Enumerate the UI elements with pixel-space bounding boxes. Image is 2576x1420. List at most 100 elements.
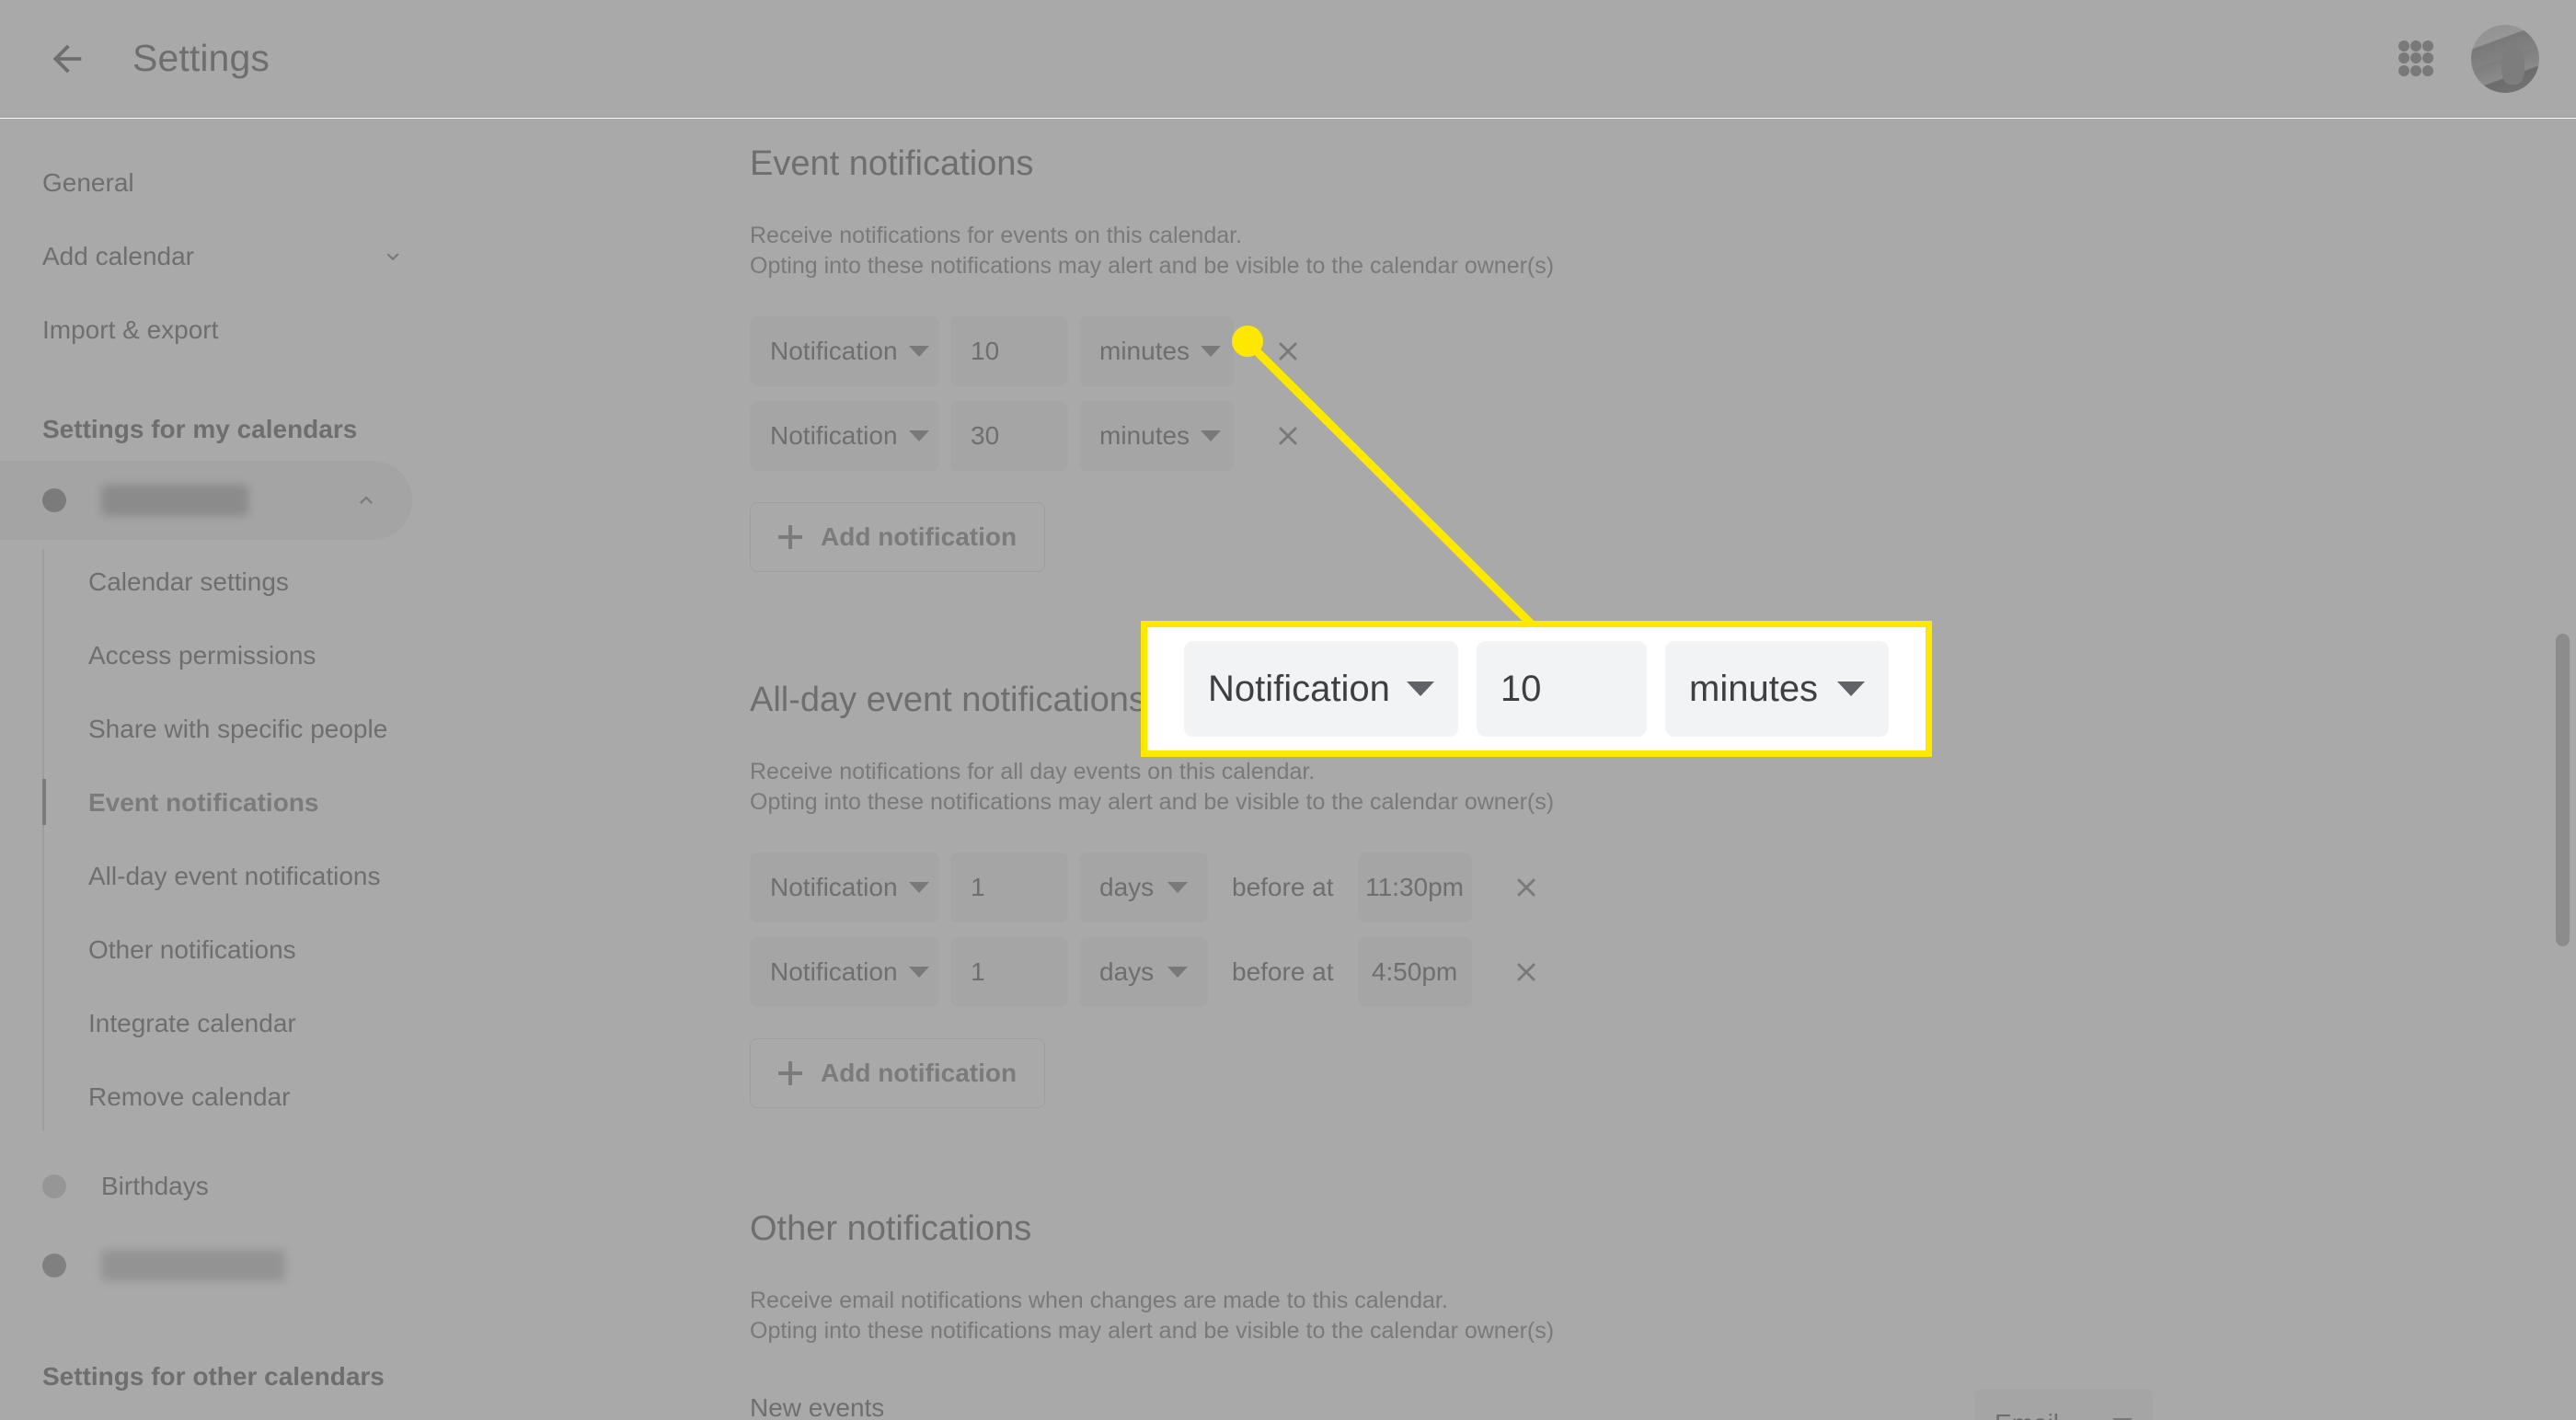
sidebar-subitem-label: Share with specific people (88, 715, 388, 743)
desc-line: Opting into these notifications may aler… (750, 1318, 1555, 1344)
other-notification-title: New events (750, 1392, 885, 1420)
sidebar-item-import-export[interactable]: Import & export (0, 293, 442, 367)
sidebar-item-other-notifications[interactable]: Other notifications (88, 913, 442, 987)
notification-type-value: Notification (770, 421, 898, 450)
desc-line: Opting into these notifications may aler… (750, 789, 1555, 815)
calendar-name-redacted (101, 1250, 285, 1281)
apps-dot (2409, 40, 2421, 52)
apps-dot (2409, 64, 2421, 76)
back-button[interactable] (28, 19, 107, 98)
app-screen: Settings General Add calendar Import & e… (0, 0, 2576, 1420)
sidebar-item-general[interactable]: General (0, 146, 442, 220)
notification-type-select[interactable]: Notification (750, 316, 939, 386)
other-notification-labels: New events An event is added to this cal… (750, 1393, 1097, 1420)
plus-icon (778, 1061, 802, 1085)
desc-line: Opting into these notifications may aler… (750, 253, 1555, 279)
sidebar-item-calendar-settings[interactable]: Calendar settings (88, 545, 442, 619)
sidebar-heading-my-calendars: Settings for my calendars (42, 415, 358, 443)
remove-notification-button[interactable] (1258, 321, 1318, 382)
section-title-other-notifications: Other notifications (750, 1209, 1032, 1248)
add-notification-label: Add notification (821, 522, 1018, 551)
notification-amount-input[interactable]: 1 (950, 937, 1068, 1007)
remove-notification-button[interactable] (1496, 942, 1557, 1002)
notification-unit-select[interactable]: minutes (1079, 316, 1234, 386)
avatar[interactable] (2471, 24, 2539, 93)
calendar-name: Birthdays (101, 1172, 209, 1200)
chevron-down-icon (1201, 346, 1222, 357)
notification-amount-input[interactable]: 10 (950, 316, 1068, 386)
event-notification-row: Notification 10 minutes (750, 316, 2576, 386)
apps-grid-icon[interactable] (2377, 20, 2455, 97)
chevron-down-icon (908, 882, 929, 893)
notification-unit-value: days (1099, 873, 1155, 901)
notification-time-input[interactable]: 11:30pm (1357, 853, 1472, 922)
notification-type-value: Notification (770, 337, 898, 365)
other-notification-channel-select[interactable]: Email (1974, 1389, 2153, 1420)
remove-notification-button[interactable] (1496, 857, 1557, 918)
desc-line: Receive notifications for all day events… (750, 759, 1316, 784)
before-at-label: before at (1232, 957, 1334, 986)
sidebar-item-add-calendar[interactable]: Add calendar (0, 220, 442, 293)
sidebar-heading-other-calendars: Settings for other calendars (42, 1362, 385, 1391)
calendar-color-dot (42, 488, 66, 512)
notification-amount-value: 1 (971, 873, 985, 901)
notification-type-value: Notification (770, 873, 898, 901)
chevron-down-icon (1167, 967, 1188, 978)
chevron-down-icon (1837, 681, 1865, 696)
sidebar-item-integrate-calendar[interactable]: Integrate calendar (88, 987, 442, 1060)
callout-notification-unit-select[interactable]: minutes (1665, 641, 1889, 737)
other-notification-row: New events An event is added to this cal… (750, 1389, 2576, 1420)
sidebar-item-event-notifications[interactable]: Event notifications (42, 766, 442, 840)
notification-unit-select[interactable]: days (1079, 853, 1208, 922)
app-header: Settings (0, 0, 2576, 118)
sidebar-item-share-with-specific-people[interactable]: Share with specific people (88, 693, 442, 766)
section-desc-allday-notifications: Receive notifications for all day events… (750, 757, 2576, 818)
header-actions (2377, 20, 2539, 97)
callout-notification-type-select[interactable]: Notification (1184, 641, 1458, 737)
chevron-down-icon (908, 430, 929, 441)
sidebar-item-all-day-event-notifications[interactable]: All-day event notifications (88, 840, 442, 913)
chevron-down-icon (386, 253, 399, 261)
add-notification-button[interactable]: Add notification (750, 502, 1046, 572)
section-title-event-notifications: Event notifications (750, 144, 1034, 183)
close-icon (1279, 342, 1297, 361)
add-notification-label: Add notification (821, 1059, 1018, 1087)
callout-notification-amount-input[interactable]: 10 (1476, 641, 1647, 737)
callout-notification-type-value: Notification (1208, 668, 1390, 709)
sidebar-calendar-selected[interactable] (0, 461, 412, 540)
notification-unit-value: minutes (1099, 337, 1190, 365)
notification-unit-select[interactable]: minutes (1079, 401, 1234, 471)
apps-dot (2422, 52, 2434, 64)
sidebar-item-remove-calendar[interactable]: Remove calendar (88, 1060, 442, 1134)
apps-dot (2422, 40, 2434, 52)
main-scrollbar[interactable] (2552, 119, 2576, 1420)
notification-amount-input[interactable]: 30 (950, 401, 1068, 471)
notification-type-select[interactable]: Notification (750, 401, 939, 471)
remove-notification-button[interactable] (1258, 406, 1318, 466)
close-icon (1516, 878, 1535, 897)
notification-type-select[interactable]: Notification (750, 937, 939, 1007)
settings-sidebar: General Add calendar Import & export Set… (0, 119, 442, 1420)
apps-dot (2398, 52, 2409, 64)
notification-type-select[interactable]: Notification (750, 853, 939, 922)
callout-notification-amount-value: 10 (1500, 668, 1542, 709)
scrollbar-thumb[interactable] (2556, 634, 2570, 946)
callout-highlight-box: Notification 10 minutes (1141, 621, 1932, 757)
notification-amount-input[interactable]: 1 (950, 853, 1068, 922)
notification-time-input[interactable]: 4:50pm (1357, 937, 1472, 1007)
desc-line: Receive notifications for events on this… (750, 223, 1243, 248)
section-desc-other-notifications: Receive email notifications when changes… (750, 1286, 2576, 1346)
sidebar-calendar-redacted[interactable] (0, 1226, 412, 1305)
calendar-name-redacted (101, 485, 248, 516)
notification-unit-select[interactable]: days (1079, 937, 1208, 1007)
sidebar-item-access-permissions[interactable]: Access permissions (88, 619, 442, 693)
apps-dot (2409, 52, 2421, 64)
sidebar-calendar-birthdays[interactable]: Birthdays (0, 1147, 412, 1226)
apps-dot (2398, 64, 2409, 76)
add-allday-notification-button[interactable]: Add notification (750, 1038, 1046, 1108)
notification-unit-value: days (1099, 957, 1155, 986)
close-icon (1279, 427, 1297, 445)
apps-dot (2422, 64, 2434, 76)
sidebar-subitem-label: Event notifications (88, 788, 319, 817)
